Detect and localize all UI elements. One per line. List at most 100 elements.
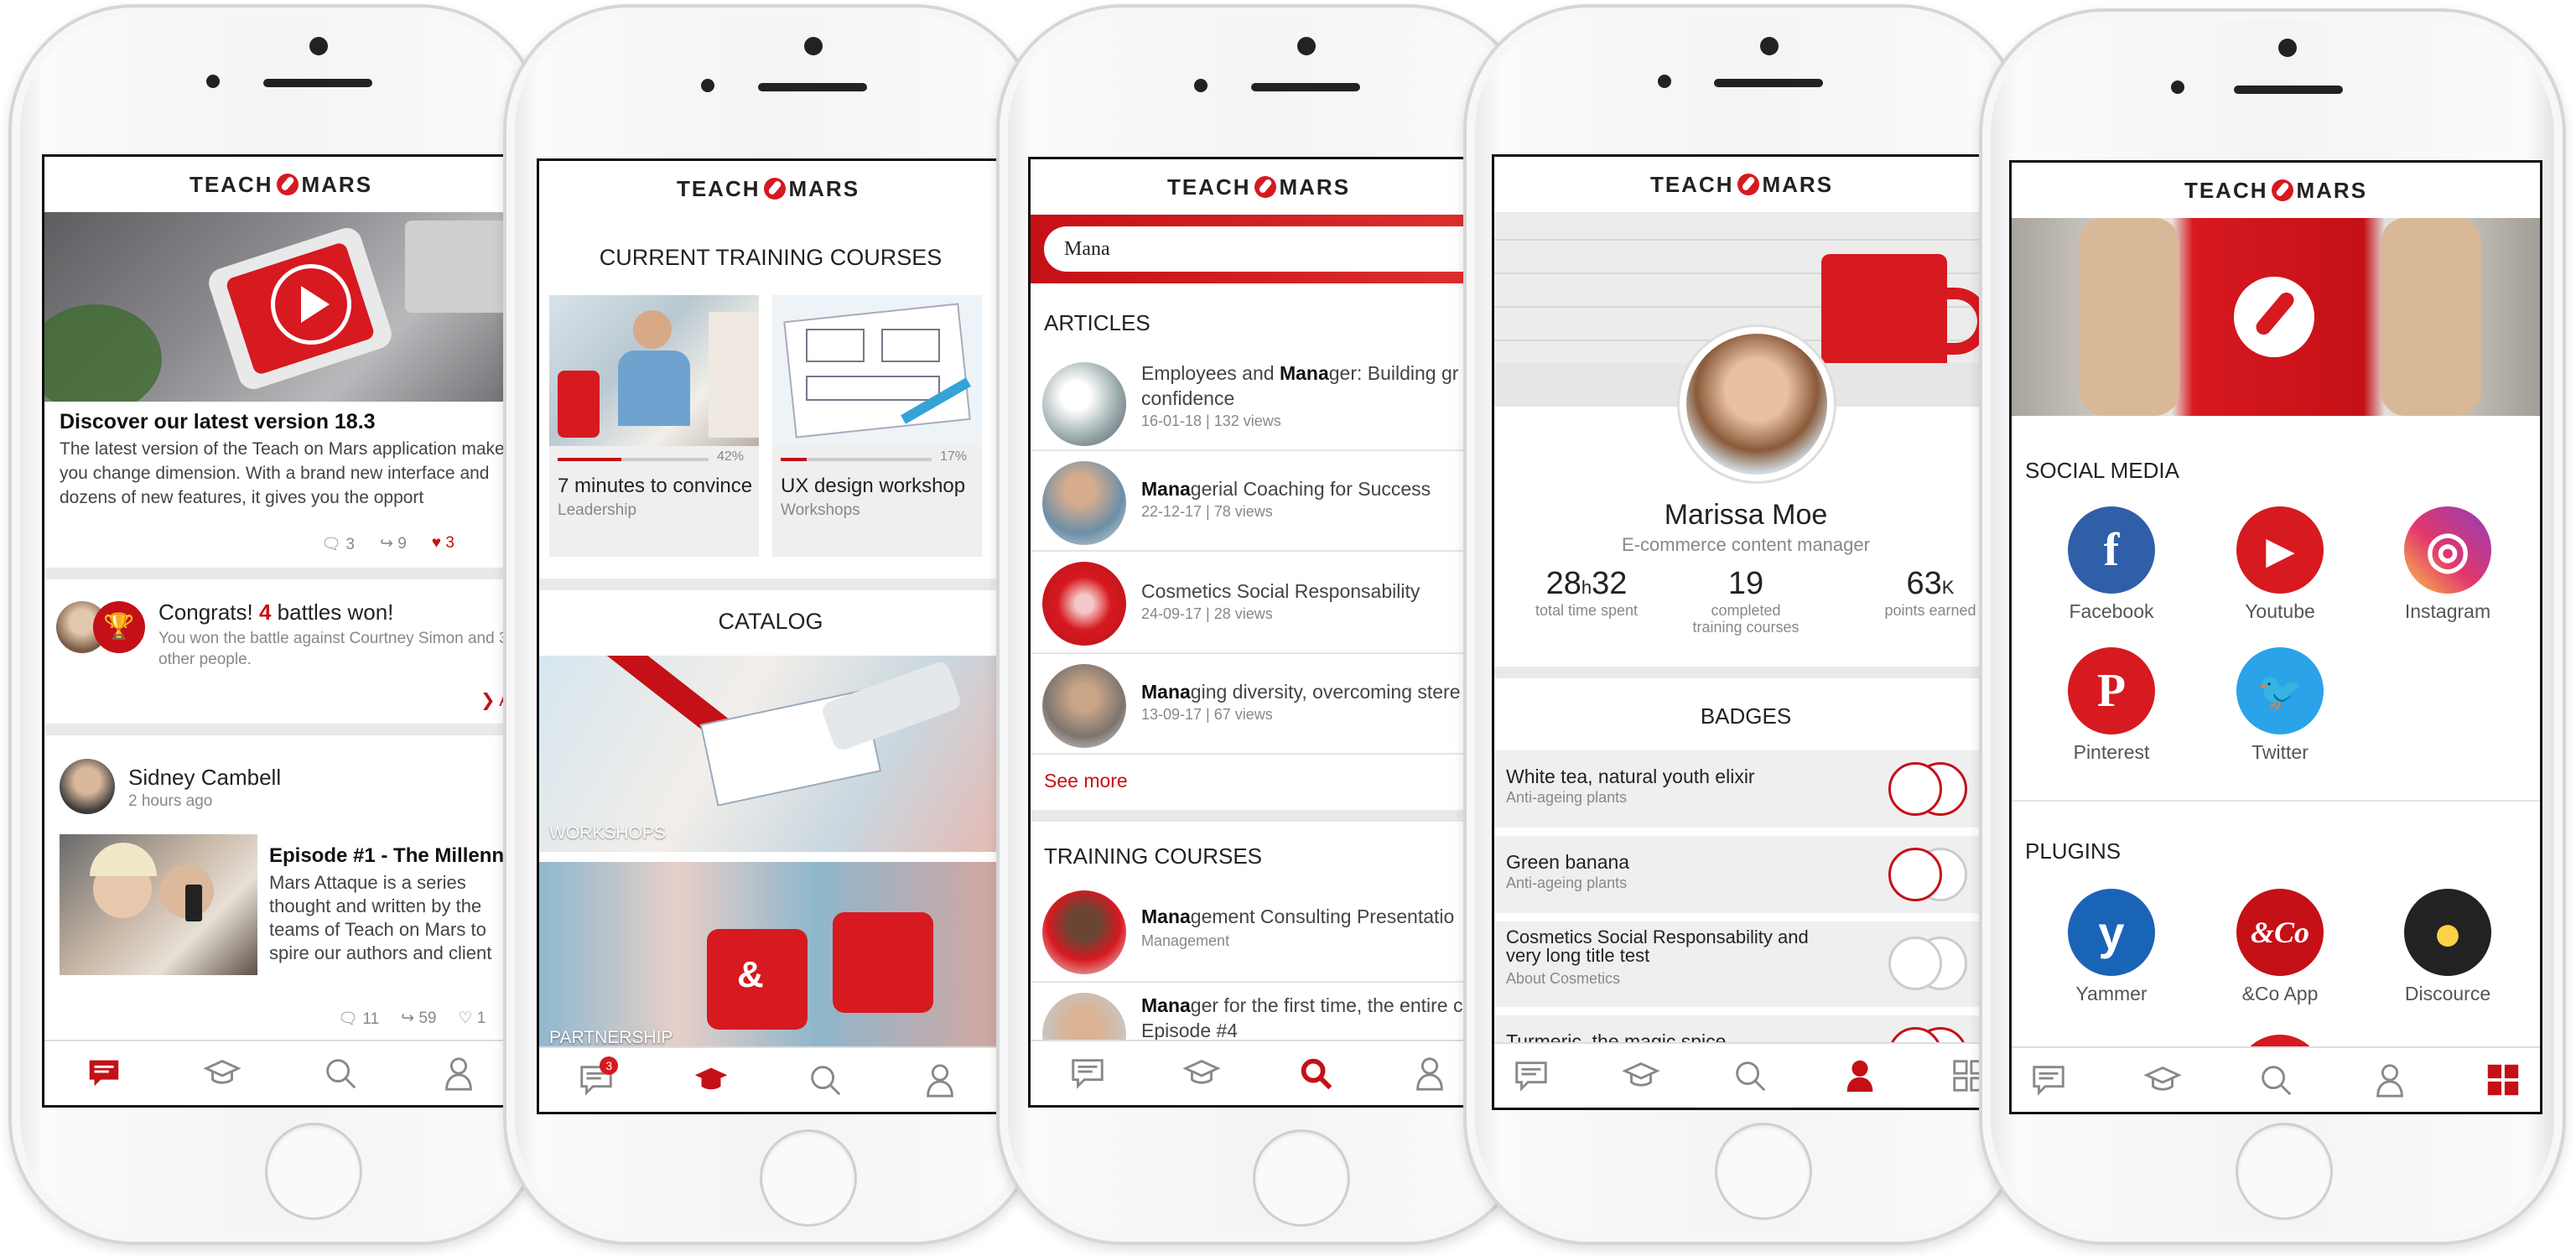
app-header: TEACH MARS [1494,157,1989,212]
tab-profile[interactable] [1835,1052,1885,1099]
front-camera [1760,37,1779,55]
search-screen: TEACH MARS Mana ARTICLES Employees and Ma… [1028,157,1489,1108]
graduation-cap-icon [203,1054,242,1093]
list-item[interactable]: Managing diversity, overcoming stere 13-… [1031,656,1487,755]
home-button[interactable] [1715,1123,1812,1220]
twitter-icon[interactable]: 🐦 [2236,647,2324,734]
earpiece-speaker [263,79,372,87]
see-more-link[interactable]: See more [1044,770,1128,792]
battle-title-pre: Congrats! [158,599,259,625]
twitter-label[interactable]: Twitter [2196,741,2364,764]
youtube-icon[interactable]: ▶ [2236,506,2324,594]
like-heart-icon[interactable]: ♥ 3 [432,534,454,554]
tab-training[interactable] [686,1056,736,1103]
tab-feed[interactable] [1506,1052,1556,1099]
tab-training[interactable] [1176,1050,1227,1097]
mars-logo-icon [1254,176,1276,198]
badge-row[interactable]: White tea, natural youth elixir Anti-age… [1494,750,2006,828]
mars-logo-icon [763,178,786,200]
current-courses-title: CURRENT TRAINING COURSES [599,245,943,270]
tab-search[interactable] [315,1050,366,1097]
pinterest-icon[interactable]: P [2068,647,2155,734]
tab-search[interactable] [1725,1052,1775,1099]
badge-medal-icon [1888,937,1942,990]
tab-search[interactable] [800,1056,850,1103]
post-title[interactable]: Episode #1 - The Millenn [269,844,517,868]
yammer-label[interactable]: Yammer [2028,983,2195,1005]
home-button[interactable] [760,1129,857,1227]
front-camera [1297,37,1316,55]
article-title-pre: Cosmetics Social Responsability [1141,580,1420,602]
front-camera [804,37,823,55]
catalog-item-workshops[interactable]: WORKSHOPS [539,656,997,852]
tab-profile[interactable] [1405,1050,1455,1097]
course-card[interactable]: 17% UX design workshop Workshops [772,295,982,557]
youtube-label[interactable]: Youtube [2196,600,2364,623]
discourse-label[interactable]: Discource [2364,983,2532,1005]
earpiece-speaker [1251,83,1360,91]
yammer-icon[interactable]: y [2068,889,2155,976]
post-image[interactable] [60,834,257,975]
tab-feed[interactable] [1062,1050,1113,1097]
search-input[interactable]: Mana [1044,226,1487,272]
badge-row[interactable]: Green banana Anti-ageing plants [1494,836,2006,913]
discourse-icon[interactable]: ● [2404,889,2491,976]
front-camera [309,37,328,55]
news-title[interactable]: Discover our latest version 18.3 [60,410,512,434]
like-heart-icon[interactable]: ♡ 1 [458,1009,486,1029]
article-title: Managerial Coaching for Success [1141,478,1487,501]
instagram-icon[interactable]: ◎ [2404,506,2491,594]
home-button[interactable] [1253,1129,1350,1227]
tab-feed[interactable]: 3 [571,1056,621,1103]
andco-label[interactable]: &Co App [2196,983,2364,1005]
news-image[interactable] [44,212,517,402]
list-item[interactable]: Managerial Coaching for Success 22-12-17… [1031,453,1487,552]
share-icon[interactable]: ↪ 59 [401,1009,436,1029]
comment-icon[interactable]: 🗨 11 [338,1009,379,1029]
profile-avatar[interactable] [1677,324,1836,484]
home-button[interactable] [2236,1123,2333,1220]
feed-icon [85,1054,123,1093]
tab-feed[interactable] [79,1050,129,1097]
tab-profile[interactable] [915,1056,965,1103]
tab-training[interactable] [2137,1056,2188,1103]
tab-feed[interactable] [2023,1056,2074,1103]
facebook-icon[interactable]: f [2068,506,2155,594]
sensor-dot [2171,80,2184,94]
battle-text: You won the battle against Courtney Simo… [158,630,508,668]
author-name[interactable]: Sidney Cambell [128,765,281,791]
search-icon [2257,1061,2295,1099]
andco-icon[interactable]: &Co [2236,889,2324,976]
divider [44,724,517,735]
facebook-label[interactable]: Facebook [2028,600,2195,623]
course-card[interactable]: 42% 7 minutes to convince Leadership [549,295,759,557]
author-avatar[interactable] [60,759,115,814]
home-button[interactable] [265,1123,362,1220]
share-icon[interactable]: ↪ 9 [380,534,407,554]
tab-apps[interactable] [2478,1056,2528,1103]
list-item[interactable]: Management Consulting Presentatio Manage… [1031,882,1487,983]
stat-unit: h [1581,577,1592,598]
tab-profile[interactable] [2365,1056,2415,1103]
tab-search[interactable] [2251,1056,2301,1103]
comment-icon[interactable]: 🗨 3 [321,534,355,554]
catalog-label: PARTNERSHIP [549,1028,673,1047]
divider [2012,800,2540,802]
pinterest-label[interactable]: Pinterest [2028,741,2195,764]
brand-left: TEACH [2184,177,2268,203]
stat-label: total time spent [1535,602,1639,619]
tab-search[interactable] [1291,1050,1341,1097]
phone-apps: TEACH MARS SOCIAL MEDIA f Facebook ▶ Yout… [1979,8,2566,1245]
training-courses-title: TRAINING COURSES [1044,843,1263,869]
tab-profile[interactable] [434,1050,484,1097]
earpiece-speaker [2234,86,2343,94]
tab-bar [1494,1042,2006,1108]
instagram-label[interactable]: Instagram [2364,600,2532,623]
article-title: Employees and Manager: Building gr [1141,362,1487,385]
tab-training[interactable] [197,1050,247,1097]
catalog-item-partnership[interactable]: & PARTNERSHIP [539,862,997,1051]
list-item[interactable]: Employees and Manager: Building gr confi… [1031,352,1487,451]
tab-training[interactable] [1616,1052,1666,1099]
badge-row[interactable]: Cosmetics Social Responsability and very… [1494,921,2006,1007]
list-item[interactable]: Cosmetics Social Responsability 24-09-17… [1031,553,1487,654]
